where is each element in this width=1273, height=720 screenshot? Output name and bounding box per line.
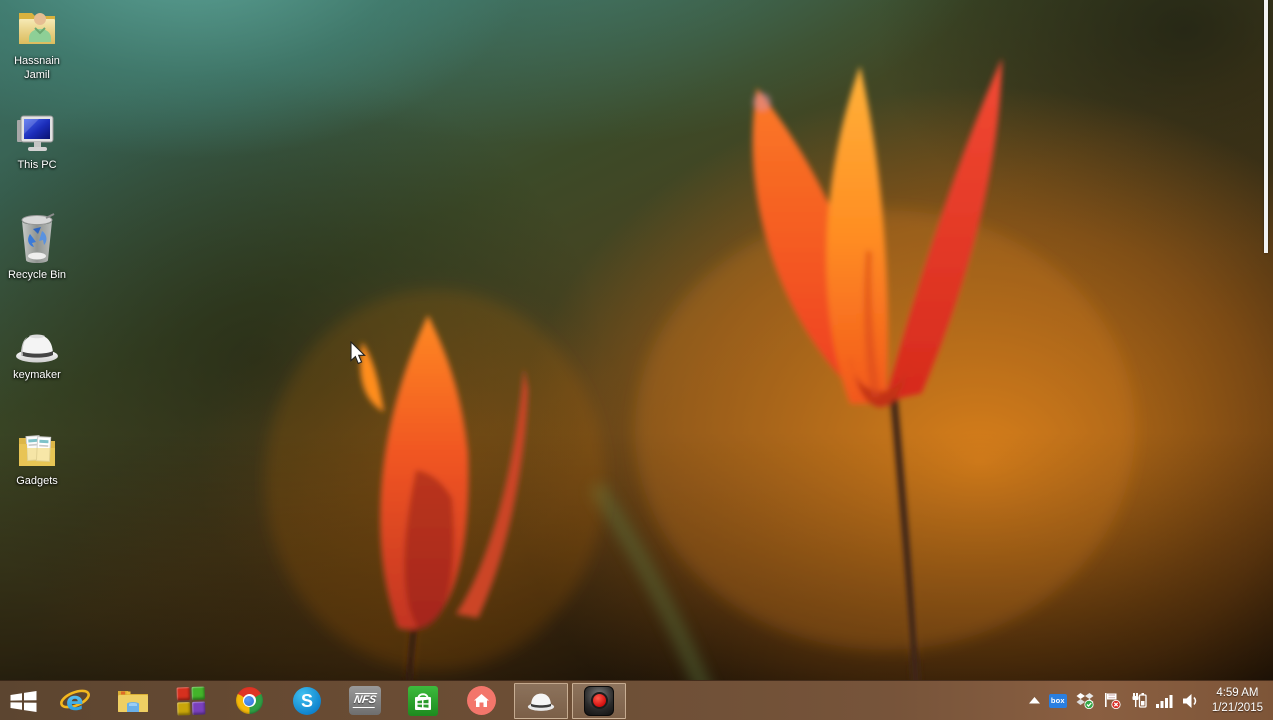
- screen-edge-artifact: [1264, 0, 1268, 253]
- this-pc-icon: [17, 115, 54, 151]
- desktop-icon-recycle-bin[interactable]: Recycle Bin: [0, 212, 74, 282]
- mouse-cursor: [350, 341, 366, 365]
- tray-power-icon[interactable]: [1130, 692, 1147, 709]
- taskbar-item-windows-activator[interactable]: [162, 681, 220, 720]
- dropbox-icon: [1076, 693, 1094, 709]
- taskbar-buttons: e S NFS: [0, 681, 626, 720]
- recycle-bin-icon: [21, 213, 55, 263]
- battery-plug-icon: [1132, 693, 1147, 708]
- box-logo: box: [1048, 693, 1067, 708]
- taskbar-item-need-for-speed[interactable]: NFS: [336, 681, 394, 720]
- gadgets-folder-icon: [19, 435, 55, 466]
- chevron-up-icon: [1028, 697, 1040, 704]
- desktop-icon-label: keymaker: [13, 369, 61, 381]
- desktop-icon-gadgets[interactable]: Gadgets: [0, 428, 74, 488]
- taskbar-item-screen-recorder[interactable]: [572, 682, 626, 719]
- taskbar-clock[interactable]: 4:59 AM 1/21/2015: [1212, 686, 1263, 716]
- taskbar-item-windows-store[interactable]: [394, 681, 452, 720]
- svg-text:e: e: [66, 687, 84, 716]
- desktop: Hassnain Jamil This PC Recycle Bin keyma…: [0, 0, 1273, 720]
- fedora-hat-icon: [527, 693, 555, 711]
- user-folder-icon: [19, 13, 55, 44]
- tray-action-center-icon[interactable]: [1103, 692, 1121, 709]
- speaker-icon: [1182, 693, 1197, 708]
- tray-dropbox-icon[interactable]: [1076, 692, 1094, 709]
- record-icon: [584, 685, 614, 716]
- desktop-icon-label: Recycle Bin: [7, 269, 67, 281]
- nfs-label: NFS: [352, 693, 378, 708]
- file-explorer-icon: [118, 690, 148, 712]
- desktop-icon-label: Hassnain Jamil: [14, 55, 60, 82]
- taskbar-item-keymaker[interactable]: [514, 682, 568, 719]
- flag-error-icon: [1104, 693, 1121, 709]
- fedora-hat-icon: [16, 334, 58, 363]
- nfs-icon: NFS: [349, 686, 381, 715]
- tray-box-icon[interactable]: box: [1048, 693, 1067, 708]
- start-button[interactable]: [0, 681, 46, 720]
- clock-time: 4:59 AM: [1216, 686, 1259, 699]
- desktop-icon-this-pc[interactable]: This PC: [0, 114, 74, 172]
- desktop-icon-label: This PC: [17, 159, 57, 171]
- desktop-icon-keymaker[interactable]: keymaker: [0, 326, 74, 382]
- windows-color-icon: [176, 686, 206, 715]
- windows-store-icon: [408, 685, 438, 716]
- internet-explorer-icon: e: [60, 687, 90, 716]
- taskbar-item-internet-explorer[interactable]: e: [46, 681, 104, 720]
- desktop-icon-user-folder[interactable]: Hassnain Jamil: [0, 6, 74, 83]
- tray-volume-icon[interactable]: [1182, 693, 1199, 709]
- skype-icon: S: [293, 686, 321, 715]
- show-hidden-icons-button[interactable]: [1028, 697, 1040, 704]
- taskbar-item-home-app[interactable]: [452, 681, 510, 720]
- taskbar-item-skype[interactable]: S: [278, 681, 336, 720]
- tray-network-icon[interactable]: [1155, 693, 1173, 708]
- taskbar: e S NFS box 4:59 AM 1/21/2015: [0, 680, 1273, 720]
- system-tray: box 4:59 AM 1/21/2015: [1028, 681, 1273, 720]
- clock-date: 1/21/2015: [1211, 701, 1263, 714]
- tulip-wallpaper-art: [265, 58, 1135, 720]
- desktop-icon-label: Gadgets: [16, 475, 58, 487]
- home-icon: [466, 686, 496, 715]
- chrome-icon: [235, 687, 263, 714]
- signal-bars-icon: [1155, 695, 1173, 708]
- windows-start-icon: [10, 690, 36, 712]
- skype-letter: S: [300, 690, 313, 711]
- taskbar-item-chrome[interactable]: [220, 681, 278, 720]
- taskbar-item-file-explorer[interactable]: [104, 681, 162, 720]
